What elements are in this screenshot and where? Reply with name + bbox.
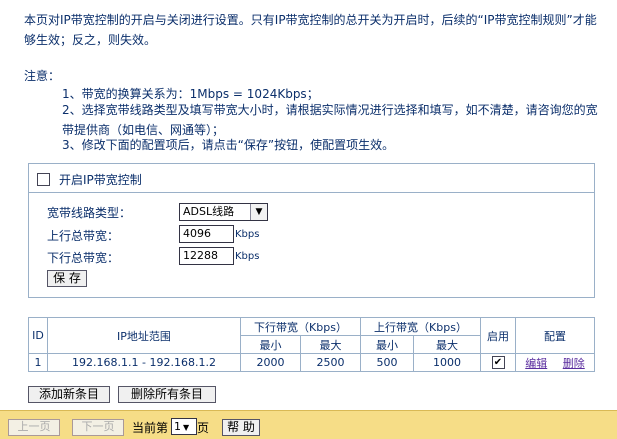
download-unit: Kbps xyxy=(235,251,260,262)
line-type-value: ADSL线路 xyxy=(183,205,235,218)
note-item-2: 2、选择宽带线路类型及填写带宽大小时，请根据实际情况进行选择和填写，如不清楚，请… xyxy=(62,103,598,137)
page-select[interactable]: 1 ▼ xyxy=(171,418,197,435)
footer-bar: 上一页 下一页 当前第 1 ▼ 页 帮 助 xyxy=(0,410,617,439)
header-up-min: 最小 xyxy=(359,335,415,354)
delete-link[interactable]: 删除 xyxy=(563,357,585,370)
chevron-down-icon: ▼ xyxy=(250,204,267,220)
help-button[interactable]: 帮 助 xyxy=(222,419,260,436)
enable-bandwidth-label: 开启IP带宽控制 xyxy=(59,173,142,187)
bandwidth-rules-table: ID IP地址范围 下行带宽（Kbps） 上行带宽（Kbps） 启用 配置 最小… xyxy=(28,317,595,372)
header-down-max: 最大 xyxy=(299,335,361,354)
header-ip-range: IP地址范围 xyxy=(47,317,241,354)
page-suffix: 页 xyxy=(197,421,210,435)
rule-enable-checkbox[interactable]: ✔ xyxy=(491,356,505,370)
edit-link[interactable]: 编辑 xyxy=(525,357,547,370)
note-item-3: 3、修改下面的配置项后，请点击“保存”按钮，使配置项生效。 xyxy=(62,138,395,152)
intro-text: 本页对IP带宽控制的开启与关闭进行设置。只有IP带宽控制的总开关为开启时，后续的… xyxy=(24,13,597,47)
header-up-max: 最大 xyxy=(413,335,481,354)
row-up-min: 500 xyxy=(359,353,415,372)
chevron-down-icon: ▼ xyxy=(183,423,190,432)
bandwidth-settings-panel: 开启IP带宽控制 宽带线路类型： ADSL线路 ▼ 上行总带宽： 4096 Kb… xyxy=(28,163,595,298)
header-enable: 启用 xyxy=(480,317,516,354)
row-enable-cell: ✔ xyxy=(480,353,516,372)
row-config-cell: 编辑 删除 xyxy=(515,353,595,372)
row-down-max: 2500 xyxy=(299,353,361,372)
upload-label: 上行总带宽： xyxy=(47,229,120,243)
row-ip-range: 192.168.1.1 - 192.168.1.2 xyxy=(47,353,241,372)
delete-all-button[interactable]: 删除所有条目 xyxy=(118,386,216,403)
download-label: 下行总带宽： xyxy=(47,251,120,265)
header-up: 上行带宽（Kbps） xyxy=(359,317,482,336)
header-down-min: 最小 xyxy=(240,335,301,354)
line-type-label: 宽带线路类型： xyxy=(47,206,132,220)
panel-header: 开启IP带宽控制 xyxy=(29,164,594,193)
row-up-max: 1000 xyxy=(413,353,481,372)
add-entry-button[interactable]: 添加新条目 xyxy=(28,386,110,403)
line-type-select[interactable]: ADSL线路 ▼ xyxy=(179,203,268,221)
current-page-prefix: 当前第 xyxy=(132,421,169,435)
table-row: 1 192.168.1.1 - 192.168.1.2 2000 2500 50… xyxy=(28,353,595,372)
header-id: ID xyxy=(28,317,48,354)
page-select-value: 1 xyxy=(174,420,181,433)
upload-bandwidth-input[interactable]: 4096 xyxy=(179,225,234,243)
prev-page-button[interactable]: 上一页 xyxy=(8,419,60,436)
save-button[interactable]: 保 存 xyxy=(47,270,87,287)
row-id: 1 xyxy=(28,353,48,372)
header-down: 下行带宽（Kbps） xyxy=(240,317,361,336)
notes-title: 注意： xyxy=(24,69,61,83)
download-bandwidth-input[interactable]: 12288 xyxy=(179,247,234,265)
upload-unit: Kbps xyxy=(235,229,260,240)
enable-bandwidth-checkbox[interactable] xyxy=(37,173,50,186)
header-config: 配置 xyxy=(515,317,595,354)
row-down-min: 2000 xyxy=(240,353,301,372)
next-page-button[interactable]: 下一页 xyxy=(72,419,124,436)
